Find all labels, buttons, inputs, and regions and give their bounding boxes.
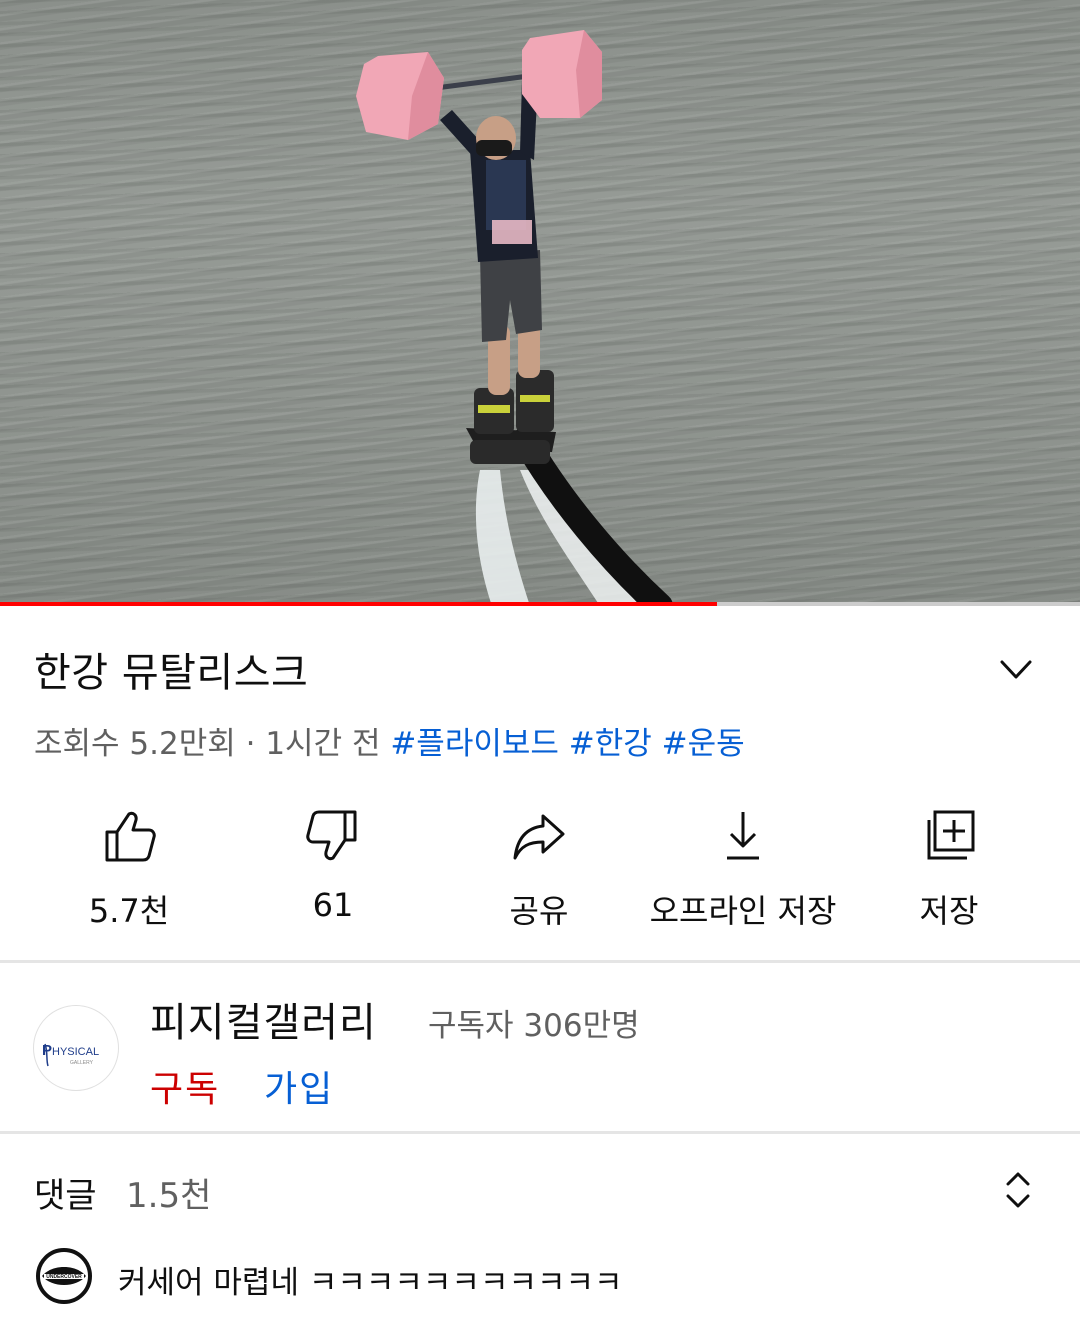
subscribe-button[interactable]: 구독	[150, 1060, 220, 1112]
save-to-playlist-icon	[927, 810, 975, 860]
thumbs-up-icon	[105, 811, 156, 862]
download-button[interactable]: 오프라인 저장	[643, 806, 843, 932]
chevron-down-icon[interactable]	[994, 650, 1038, 690]
join-button[interactable]: 가입	[264, 1060, 334, 1112]
physical-gallery-logo: P HYSICAL GALLERY	[42, 1042, 99, 1067]
divider	[0, 960, 1080, 963]
divider	[0, 1131, 1080, 1134]
top-comment-text: 커세어 마렵네 ㅋㅋㅋㅋㅋㅋㅋㅋㅋㅋㅋ	[118, 1265, 623, 1301]
dislike-button[interactable]: 61	[233, 806, 433, 924]
thumbs-down-icon	[306, 810, 357, 861]
hashtag[interactable]: #플라이보드	[390, 726, 559, 762]
hashtag[interactable]: #운동	[662, 726, 745, 762]
action-bar: 5.7천 61 공유 오프라인 저장 저장	[0, 806, 1080, 936]
progress-bar[interactable]	[0, 602, 1080, 606]
download-icon	[727, 812, 759, 860]
svg-text:GALLERY: GALLERY	[70, 1060, 94, 1066]
video-player[interactable]	[0, 0, 1080, 606]
share-label: 공유	[509, 892, 569, 930]
progress-fill	[0, 602, 718, 606]
undercover-logo: UNDERCOVER	[36, 1248, 92, 1304]
share-button[interactable]: 공유	[439, 806, 639, 932]
video-meta: 조회수 5.2만회 · 1시간 전 #플라이보드 #한강 #운동	[34, 718, 745, 763]
meta-separator: ·	[235, 726, 266, 762]
channel-name[interactable]: 피지컬갤러리	[150, 990, 377, 1048]
save-label: 저장	[919, 892, 979, 930]
commenter-avatar[interactable]: UNDERCOVER	[34, 1246, 94, 1306]
comments-count: 1.5천	[126, 1176, 212, 1216]
expand-collapse-icon[interactable]	[998, 1168, 1038, 1212]
upload-time: 1시간 전	[265, 726, 381, 762]
dislike-count: 61	[312, 886, 354, 924]
subscriber-count: 구독자 306만명	[428, 1008, 640, 1044]
video-frame	[356, 30, 673, 606]
comments-label[interactable]: 댓글	[34, 1168, 97, 1217]
hashtag[interactable]: #한강	[569, 726, 652, 762]
save-button[interactable]: 저장	[849, 806, 1049, 932]
svg-text:HYSICAL: HYSICAL	[52, 1046, 99, 1058]
view-count: 조회수 5.2만회	[34, 726, 236, 762]
video-title: 한강 뮤탈리스크	[34, 650, 309, 696]
share-icon	[513, 814, 565, 860]
like-count: 5.7천	[88, 892, 170, 930]
svg-text:UNDERCOVER: UNDERCOVER	[46, 1274, 82, 1280]
like-button[interactable]: 5.7천	[29, 806, 229, 932]
download-label: 오프라인 저장	[649, 892, 837, 930]
channel-avatar[interactable]: P HYSICAL GALLERY	[33, 1005, 119, 1091]
